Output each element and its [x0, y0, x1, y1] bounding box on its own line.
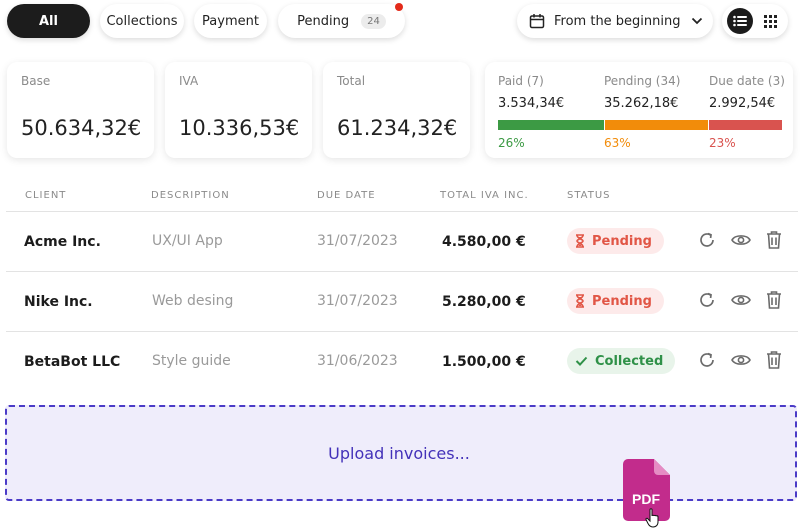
trash-icon[interactable] — [763, 229, 785, 251]
paid-value: 3.534,34€ — [498, 96, 565, 111]
chevron-down-icon — [691, 17, 702, 25]
base-card: Base 50.634,32€ — [7, 62, 154, 158]
grid-view-button[interactable] — [757, 8, 783, 34]
refresh-icon[interactable] — [696, 229, 718, 251]
hourglass-icon — [576, 234, 584, 248]
table-header: CLIENT DESCRIPTION DUE DATE TOTAL IVA IN… — [6, 172, 798, 212]
status-summary-card: Paid (7) 3.534,34€ 26% Pending (34) 35.2… — [485, 62, 793, 158]
list-view-button[interactable] — [727, 8, 753, 34]
date-range-dropdown[interactable]: From the beginning — [517, 4, 713, 38]
hand-cursor-icon — [645, 508, 659, 528]
trash-icon[interactable] — [763, 289, 785, 311]
refresh-icon[interactable] — [696, 349, 718, 371]
filter-collections-button[interactable]: Collections — [100, 4, 184, 38]
iva-label: IVA — [179, 74, 199, 88]
date-range-label: From the beginning — [554, 13, 681, 29]
due-date: 31/06/2023 — [317, 353, 398, 369]
table-row[interactable]: Nike Inc. Web desing 31/07/2023 5.280,00… — [6, 272, 798, 332]
paid-bar — [498, 120, 604, 130]
due-date: 31/07/2023 — [317, 233, 398, 249]
base-label: Base — [21, 74, 51, 88]
pending-percent: 63% — [604, 136, 631, 150]
description: Web desing — [152, 293, 234, 309]
upload-dropzone[interactable]: Upload invoices... — [5, 405, 797, 501]
iva-value: 10.336,53€ — [179, 116, 300, 140]
invoices-table: CLIENT DESCRIPTION DUE DATE TOTAL IVA IN… — [6, 172, 798, 392]
description: UX/UI App — [152, 233, 223, 249]
check-icon — [575, 356, 588, 366]
header-due-date[interactable]: DUE DATE — [317, 190, 376, 201]
status-badge[interactable]: Pending — [567, 288, 664, 314]
client-name: Acme Inc. — [24, 234, 101, 250]
pending-count-badge: 24 — [361, 13, 386, 29]
total-value: 61.234,32€ — [337, 116, 458, 140]
total-amount: 1.500,00 € — [442, 354, 526, 370]
refresh-icon[interactable] — [696, 289, 718, 311]
status-label: Collected — [595, 353, 664, 369]
list-icon — [733, 15, 747, 27]
pending-summary: Pending (34) 35.262,18€ 63% — [604, 74, 681, 150]
filter-pending-button[interactable]: Pending 24 — [278, 4, 405, 38]
trash-icon[interactable] — [763, 349, 785, 371]
notification-dot — [395, 3, 403, 11]
filter-all-button[interactable]: All — [7, 4, 90, 38]
status-label: Pending — [592, 233, 652, 249]
calendar-icon — [529, 14, 545, 29]
hourglass-icon — [576, 294, 584, 308]
pending-bar — [605, 120, 708, 130]
total-amount: 5.280,00 € — [442, 294, 526, 310]
paid-percent: 26% — [498, 136, 525, 150]
iva-card: IVA 10.336,53€ — [165, 62, 312, 158]
header-status[interactable]: STATUS — [567, 190, 611, 201]
due-label: Due date (3) — [709, 74, 785, 88]
total-amount: 4.580,00 € — [442, 234, 526, 250]
base-value: 50.634,32€ — [21, 116, 142, 140]
client-name: BetaBot LLC — [24, 354, 121, 370]
pdf-label: PDF — [632, 491, 660, 507]
filter-pending-label: Pending — [297, 13, 350, 29]
due-date: 31/07/2023 — [317, 293, 398, 309]
eye-icon[interactable] — [730, 229, 752, 251]
due-bar — [709, 120, 782, 130]
filter-all-label: All — [39, 13, 58, 29]
view-toggle — [722, 4, 788, 38]
status-badge[interactable]: Collected — [567, 348, 676, 374]
filter-payment-label: Payment — [202, 13, 259, 29]
due-percent: 23% — [709, 136, 736, 150]
filter-collections-label: Collections — [106, 13, 178, 29]
client-name: Nike Inc. — [24, 294, 93, 310]
paid-label: Paid (7) — [498, 74, 544, 88]
pending-label: Pending (34) — [604, 74, 681, 88]
header-client[interactable]: CLIENT — [25, 190, 66, 201]
table-row[interactable]: BetaBot LLC Style guide 31/06/2023 1.500… — [6, 332, 798, 392]
upload-label: Upload invoices... — [328, 443, 470, 463]
header-description[interactable]: DESCRIPTION — [151, 190, 230, 201]
due-value: 2.992,54€ — [709, 96, 776, 111]
eye-icon[interactable] — [730, 289, 752, 311]
eye-icon[interactable] — [730, 349, 752, 371]
filter-bar: All Collections Payment Pending 24 From … — [0, 0, 800, 44]
filter-payment-button[interactable]: Payment — [194, 4, 267, 38]
pending-value: 35.262,18€ — [604, 96, 679, 111]
status-label: Pending — [592, 293, 652, 309]
grid-icon — [763, 14, 777, 28]
total-label: Total — [337, 74, 366, 88]
description: Style guide — [152, 353, 231, 369]
table-row[interactable]: Acme Inc. UX/UI App 31/07/2023 4.580,00 … — [6, 212, 798, 272]
paid-summary: Paid (7) 3.534,34€ 26% — [498, 74, 565, 150]
header-total[interactable]: TOTAL IVA INC. — [440, 190, 529, 201]
total-card: Total 61.234,32€ — [323, 62, 470, 158]
due-summary: Due date (3) 2.992,54€ 23% — [709, 74, 785, 150]
status-badge[interactable]: Pending — [567, 228, 664, 254]
